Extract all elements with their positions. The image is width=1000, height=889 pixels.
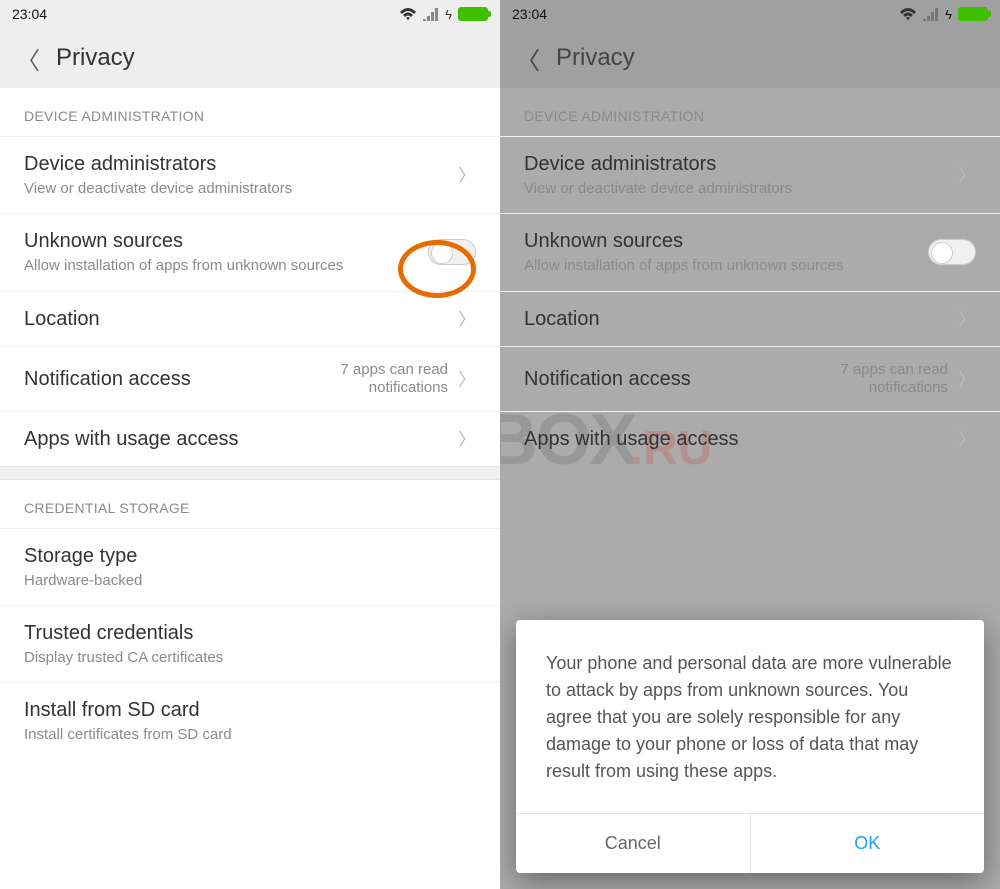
row-title: Notification access [524, 366, 788, 392]
row-value: 7 apps can read notifications [298, 361, 448, 397]
row-title: Unknown sources [24, 228, 418, 254]
signal-icon [423, 7, 439, 21]
row-subtitle: Hardware-backed [24, 571, 476, 591]
status-bar: 23:04 ϟ [500, 0, 1000, 28]
page-title: Privacy [556, 44, 635, 72]
row-title: Notification access [24, 366, 288, 392]
row-trusted-credentials[interactable]: Trusted credentials Display trusted CA c… [0, 605, 500, 682]
chevron-right-icon: 〉 [958, 426, 976, 452]
chevron-right-icon: 〉 [958, 306, 976, 332]
row-title: Install from SD card [24, 697, 476, 723]
wifi-icon [899, 7, 917, 21]
row-title: Device administrators [524, 151, 948, 177]
row-usage-access[interactable]: Apps with usage access 〉 [0, 411, 500, 466]
row-location[interactable]: Location 〉 [0, 291, 500, 346]
section-device-admin: DEVICE ADMINISTRATION [500, 88, 1000, 136]
row-value: 7 apps can read notifications [798, 361, 948, 397]
row-title: Apps with usage access [24, 426, 448, 452]
dialog-cancel-button[interactable]: Cancel [516, 814, 750, 873]
charging-icon: ϟ [445, 7, 452, 22]
section-credential-storage: CREDENTIAL STORAGE [0, 480, 500, 528]
back-button[interactable]: 〈 [16, 41, 40, 76]
row-device-administrators: Device administrators View or deactivate… [500, 136, 1000, 213]
phone-left: 23:04 ϟ 〈 Privacy DEVICE ADMINISTRATION … [0, 0, 500, 889]
row-title: Location [524, 306, 948, 332]
row-subtitle: View or deactivate device administrators [524, 179, 948, 199]
clock: 23:04 [12, 6, 47, 22]
status-icons: ϟ [899, 7, 988, 22]
chevron-right-icon: 〉 [458, 162, 476, 188]
confirmation-dialog: Your phone and personal data are more vu… [516, 620, 984, 873]
phone-right: 23:04 ϟ 〈 Privacy DEVICE ADMINISTRATION … [500, 0, 1000, 889]
back-button[interactable]: 〈 [516, 41, 540, 76]
row-title: Storage type [24, 543, 476, 569]
row-title: Apps with usage access [524, 426, 948, 452]
row-subtitle: View or deactivate device administrators [24, 179, 448, 199]
page-header: 〈 Privacy [500, 28, 1000, 88]
row-title: Trusted credentials [24, 620, 476, 646]
battery-icon [958, 7, 988, 21]
row-title: Location [24, 306, 448, 332]
row-subtitle: Allow installation of apps from unknown … [524, 256, 918, 276]
row-unknown-sources: Unknown sources Allow installation of ap… [500, 213, 1000, 290]
signal-icon [923, 7, 939, 21]
chevron-right-icon: 〉 [458, 366, 476, 392]
dialog-message: Your phone and personal data are more vu… [516, 620, 984, 813]
battery-icon [458, 7, 488, 21]
row-install-sd[interactable]: Install from SD card Install certificate… [0, 682, 500, 759]
row-notification-access[interactable]: Notification access 7 apps can read noti… [0, 346, 500, 411]
section-device-admin: DEVICE ADMINISTRATION [0, 88, 500, 136]
row-unknown-sources[interactable]: Unknown sources Allow installation of ap… [0, 213, 500, 290]
unknown-sources-toggle[interactable] [428, 239, 476, 265]
chevron-right-icon: 〉 [958, 366, 976, 392]
row-title: Unknown sources [524, 228, 918, 254]
chevron-right-icon: 〉 [458, 306, 476, 332]
status-bar: 23:04 ϟ [0, 0, 500, 28]
row-subtitle: Display trusted CA certificates [24, 648, 476, 668]
page-header: 〈 Privacy [0, 28, 500, 88]
chevron-right-icon: 〉 [958, 162, 976, 188]
chevron-right-icon: 〉 [458, 426, 476, 452]
row-device-administrators[interactable]: Device administrators View or deactivate… [0, 136, 500, 213]
row-usage-access: Apps with usage access 〉 [500, 411, 1000, 466]
row-location: Location 〉 [500, 291, 1000, 346]
row-storage-type[interactable]: Storage type Hardware-backed [0, 528, 500, 605]
row-notification-access: Notification access 7 apps can read noti… [500, 346, 1000, 411]
clock: 23:04 [512, 6, 547, 22]
row-subtitle: Install certificates from SD card [24, 725, 476, 745]
row-subtitle: Allow installation of apps from unknown … [24, 256, 418, 276]
wifi-icon [399, 7, 417, 21]
status-icons: ϟ [399, 7, 488, 22]
unknown-sources-toggle [928, 239, 976, 265]
row-title: Device administrators [24, 151, 448, 177]
dialog-ok-button[interactable]: OK [750, 814, 985, 873]
page-title: Privacy [56, 44, 135, 72]
charging-icon: ϟ [945, 7, 952, 22]
section-separator [0, 466, 500, 480]
